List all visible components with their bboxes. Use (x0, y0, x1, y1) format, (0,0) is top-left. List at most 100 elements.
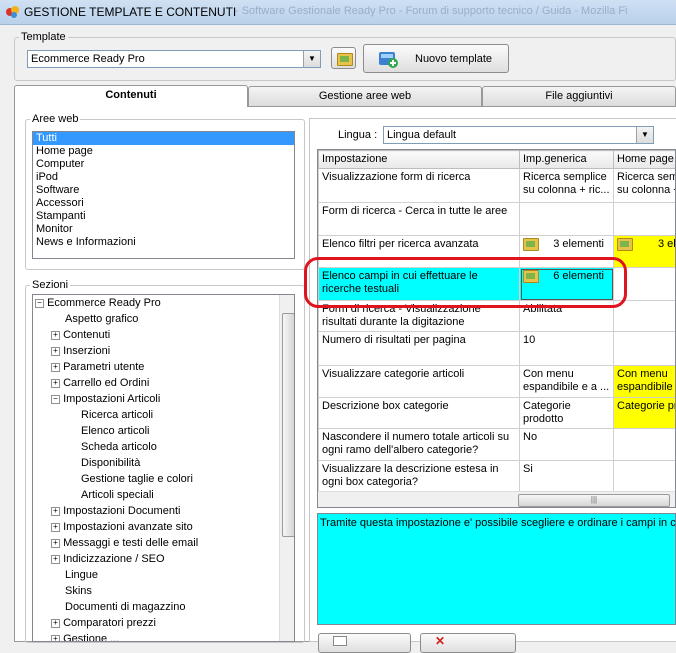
setting-value[interactable] (614, 332, 676, 366)
tree-node[interactable]: + Parametri utente (51, 359, 144, 375)
tree-node[interactable]: Skins (65, 583, 92, 599)
template-legend: Template (19, 31, 68, 43)
template-select[interactable]: Ecommerce Ready Pro ▼ (27, 50, 321, 68)
setting-value[interactable] (520, 203, 614, 236)
table-row[interactable]: Numero di risultati per pagina 10 (319, 332, 676, 366)
setting-value[interactable] (614, 301, 676, 332)
description-text: Tramite questa impostazione e' possibile… (318, 514, 675, 532)
tree-node[interactable]: + Impostazioni Documenti (51, 503, 180, 519)
edit-button[interactable] (318, 633, 411, 653)
setting-value[interactable]: Ricerca semp su colonna + (614, 169, 676, 203)
window-title: GESTIONE TEMPLATE E CONTENUTI (24, 5, 236, 19)
folder-icon (523, 238, 539, 251)
lingua-select[interactable]: Lingua default ▼ (383, 126, 654, 144)
tree-node[interactable]: Elenco articoli (81, 423, 149, 439)
column-header[interactable]: Home page (614, 151, 676, 169)
background-window-title: - Software Gestionale Ready Pro - Forum … (235, 5, 628, 17)
new-template-icon (377, 49, 399, 69)
tree-node[interactable]: Disponibilità (81, 455, 140, 471)
table-row[interactable]: Form di ricerca - Cerca in tutte le aree (319, 203, 676, 236)
new-template-button[interactable]: Nuovo template (363, 44, 509, 73)
scroll-thumb[interactable]: ||| (518, 494, 670, 507)
setting-value[interactable] (614, 429, 676, 461)
tab-file-aggiuntivi[interactable]: File aggiuntivi (482, 86, 676, 106)
grid-horizontal-scrollbar[interactable]: ||| (318, 491, 676, 508)
folder-icon (337, 53, 353, 66)
setting-name: Numero di risultati per pagina (319, 332, 520, 366)
setting-name: Visualizzare la descrizione estesa in og… (319, 461, 520, 492)
chevron-down-icon[interactable]: ▼ (636, 127, 653, 143)
list-item[interactable]: Software (33, 184, 294, 197)
sezioni-tree[interactable]: − Ecommerce Ready Pro Aspetto grafico + … (32, 294, 295, 642)
list-item[interactable]: News e Informazioni (33, 236, 294, 249)
open-folder-button[interactable] (331, 47, 356, 69)
settings-grid[interactable]: Impostazione Imp.generica Home page Visu… (317, 149, 676, 508)
tree-node[interactable]: + Indicizzazione / SEO (51, 551, 165, 567)
annotation-highlight (304, 257, 627, 308)
list-item[interactable]: Tutti (33, 132, 294, 145)
list-item[interactable]: Computer (33, 158, 294, 171)
setting-value: 3 elem (658, 238, 676, 251)
setting-name: Visualizzare categorie articoli (319, 366, 520, 398)
tree-node[interactable]: + Impostazioni avanzate sito (51, 519, 193, 535)
table-row[interactable]: Descrizione box categorie Categorie prod… (319, 398, 676, 429)
aree-web-list[interactable]: Tutti Home page Computer iPod Software A… (32, 131, 295, 259)
template-select-value: Ecommerce Ready Pro (31, 53, 145, 65)
grid-header-row: Impostazione Imp.generica Home page (319, 151, 676, 169)
tree-node[interactable]: + Gestione ... (51, 631, 119, 642)
list-item[interactable]: Accessori (33, 197, 294, 210)
lingua-label: Lingua : (338, 129, 377, 141)
setting-value[interactable]: 10 (520, 332, 614, 366)
tree-node[interactable]: + Messaggi e testi delle email (51, 535, 198, 551)
column-header[interactable]: Impostazione (319, 151, 520, 169)
setting-value[interactable] (614, 203, 676, 236)
tab-gestione-aree-web[interactable]: Gestione aree web (248, 86, 482, 106)
lingua-select-value: Lingua default (387, 129, 456, 141)
app-icon (5, 4, 20, 19)
tree-node[interactable]: Documenti di magazzino (65, 599, 185, 615)
setting-description: Tramite questa impostazione e' possibile… (317, 513, 676, 625)
tab-contenuti[interactable]: Contenuti (14, 85, 248, 107)
tree-node[interactable]: + Comparatori prezzi (51, 615, 156, 631)
setting-value[interactable]: Con menu espandibile e a ... (520, 366, 614, 398)
tree-node[interactable]: Scheda articolo (81, 439, 157, 455)
tree-node[interactable]: Aspetto grafico (65, 311, 138, 327)
chevron-down-icon[interactable]: ▼ (303, 51, 320, 67)
setting-value[interactable]: Categorie pro (614, 398, 676, 429)
tree-node[interactable]: + Inserzioni (51, 343, 110, 359)
aree-web-legend: Aree web (30, 113, 80, 125)
table-row[interactable]: Visualizzazione form di ricerca Ricerca … (319, 169, 676, 203)
tree-node[interactable]: − Ecommerce Ready Pro (35, 295, 161, 311)
setting-value[interactable]: Categorie prodotto (520, 398, 614, 429)
setting-value[interactable]: Si (520, 461, 614, 492)
setting-value[interactable]: Ricerca semplice su colonna + ric... (520, 169, 614, 203)
column-header[interactable]: Imp.generica (520, 151, 614, 169)
setting-value[interactable]: No (520, 429, 614, 461)
table-row[interactable]: Visualizzare categorie articoli Con menu… (319, 366, 676, 398)
setting-value[interactable] (614, 461, 676, 492)
list-item[interactable]: Stampanti (33, 210, 294, 223)
setting-value[interactable]: Con menu espandibile e (614, 366, 676, 398)
tree-scrollbar[interactable] (279, 295, 295, 642)
setting-name: Descrizione box categorie (319, 398, 520, 429)
delete-icon: ✕ (435, 634, 445, 648)
tree-node[interactable]: Gestione taglie e colori (81, 471, 193, 487)
list-item[interactable]: Home page (33, 145, 294, 158)
setting-name: Nascondere il numero totale articoli su … (319, 429, 520, 461)
sezioni-legend: Sezioni (30, 279, 70, 291)
folder-icon (617, 238, 633, 251)
list-item[interactable]: iPod (33, 171, 294, 184)
scroll-thumb[interactable] (282, 313, 295, 537)
setting-name: Visualizzazione form di ricerca (319, 169, 520, 203)
tree-node[interactable]: Lingue (65, 567, 98, 583)
delete-button[interactable]: ✕ (420, 633, 516, 653)
tree-node[interactable]: + Carrello ed Ordini (51, 375, 149, 391)
table-row[interactable]: Visualizzare la descrizione estesa in og… (319, 461, 676, 492)
tree-node[interactable]: Articoli speciali (81, 487, 154, 503)
table-row[interactable]: Nascondere il numero totale articoli su … (319, 429, 676, 461)
tree-node[interactable]: + Contenuti (51, 327, 110, 343)
tree-node[interactable]: − Impostazioni Articoli (51, 391, 160, 407)
setting-name: Form di ricerca - Cerca in tutte le aree (319, 203, 520, 236)
tree-node[interactable]: Ricerca articoli (81, 407, 153, 423)
list-item[interactable]: Monitor (33, 223, 294, 236)
